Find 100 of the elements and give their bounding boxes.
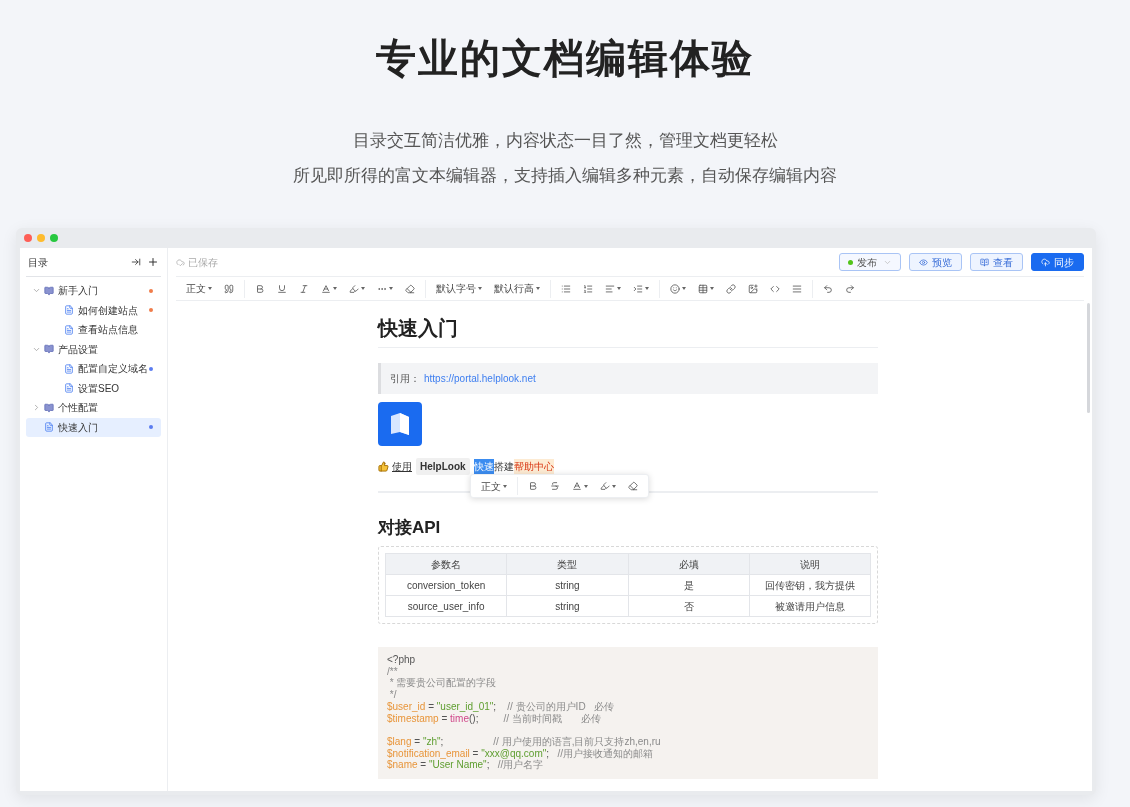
redo-icon <box>845 283 855 294</box>
tree-item[interactable]: 产品设置 <box>26 339 161 359</box>
code-line: $timestamp = time(); // 当前时间戳 必传 <box>387 712 603 725</box>
table-cell: 回传密钥，我方提供 <box>749 574 871 596</box>
highlighted-text: 帮助中心 <box>513 459 554 474</box>
tree-item[interactable]: 配置自定义域名 <box>26 359 161 379</box>
code-line: /** <box>387 665 399 678</box>
ordered-list-icon <box>583 283 593 294</box>
bullet-list-icon <box>561 283 571 294</box>
document-icon <box>64 324 74 335</box>
hero-title: 专业的文档编辑体验 <box>376 35 754 82</box>
hero-subtitle: 目录交互简洁优雅，内容状态一目了然，管理文档更轻松 <box>352 130 778 151</box>
table-cell: 是 <box>628 574 750 596</box>
inline-code: HelpLook <box>416 458 470 475</box>
tree-item-label: 产品设置 <box>58 342 99 357</box>
scrollbar-thumb[interactable] <box>1087 303 1090 413</box>
table-header-cell: 参数名 <box>385 553 507 575</box>
table-cell: string <box>506 574 628 596</box>
chevron-right-icon[interactable] <box>32 403 41 413</box>
table-icon <box>698 283 708 294</box>
selected-text: 快速 <box>473 459 494 474</box>
section-heading: 对接API <box>378 517 442 539</box>
view-button[interactable]: 查看 <box>970 253 1023 271</box>
eye-icon <box>919 257 928 267</box>
tree-item[interactable]: 设置SEO <box>26 378 161 398</box>
align-icon <box>605 283 615 294</box>
tree-item[interactable]: 快速入门 <box>26 417 161 437</box>
quote-icon <box>224 283 234 294</box>
image-icon <box>748 283 758 294</box>
tree-item-label: 配置自定义域名 <box>78 362 149 377</box>
table-header-cell: 类型 <box>506 553 628 575</box>
smile-icon <box>670 283 680 294</box>
underline-icon <box>277 283 287 294</box>
code-line: $user_id = "user_id_01"; // 贵公司的用户ID 必传 <box>387 700 615 713</box>
font-color-icon <box>572 481 582 491</box>
tree-item-label: 快速入门 <box>58 420 99 435</box>
font-color-icon <box>321 283 331 294</box>
publish-dropdown[interactable]: 发布 <box>839 253 901 271</box>
sync-button[interactable]: 同步 <box>1031 253 1084 271</box>
bold-icon <box>528 481 538 491</box>
underlined-text: 使用 <box>392 460 412 474</box>
cloud-check-icon <box>176 257 185 267</box>
tree-item[interactable]: 新手入门 <box>26 281 161 301</box>
indent-icon <box>633 283 643 294</box>
code-line: $lang = "zh"; // 用户使用的语言,目前只支持zh,en,ru <box>387 735 662 748</box>
bold-icon <box>255 283 265 294</box>
toolbar-dropdown[interactable]: 正文 <box>180 279 218 298</box>
toolbar-dropdown[interactable]: 默认字号 <box>430 279 488 298</box>
book-icon <box>44 344 54 355</box>
highlighter-icon <box>600 481 610 491</box>
code-icon <box>770 283 780 294</box>
table-cell: string <box>506 595 628 617</box>
code-line: $name = "User Name"; //用户名字 <box>387 759 544 771</box>
book-icon <box>44 402 54 413</box>
tree-item[interactable]: 查看站点信息 <box>26 320 161 340</box>
lines-icon <box>792 283 802 294</box>
tree-item-label: 设置SEO <box>78 381 121 396</box>
eraser-icon <box>628 481 638 491</box>
code-line: * 需要贵公司配置的字段 <box>388 677 498 690</box>
strikethrough-icon <box>550 481 560 491</box>
preview-button[interactable]: 预览 <box>909 253 962 271</box>
table-cell: 否 <box>628 595 750 617</box>
document-icon <box>64 383 74 394</box>
book-icon <box>980 257 989 267</box>
document-icon <box>64 305 74 316</box>
paragraph-text: 搭建 <box>493 460 514 474</box>
eraser-icon <box>405 283 415 294</box>
document-icon <box>64 363 74 374</box>
code-line: <?php <box>387 654 417 666</box>
table-header-cell: 必填 <box>628 553 750 575</box>
table-cell: conversion_token <box>385 574 507 596</box>
undo-icon <box>823 283 833 294</box>
book-icon <box>44 285 54 296</box>
toolbar-dropdown[interactable]: 默认行高 <box>488 279 546 298</box>
sidebar-title: 目录 <box>28 255 49 270</box>
code-line: $notification_email = "xxx@qq.com"; //用户接收通知的邮箱 <box>387 747 654 760</box>
logo-image <box>378 402 422 446</box>
toolbar-dropdown[interactable]: 正文 <box>475 477 513 495</box>
hero-subtitle: 所见即所得的富文本编辑器，支持插入编辑多种元素，自动保存编辑内容 <box>293 165 837 186</box>
cloud-upload-icon <box>1041 257 1050 267</box>
document-title: 快速入门 <box>378 315 878 348</box>
italic-icon <box>299 283 309 294</box>
link-icon <box>726 283 736 294</box>
table-cell: 被邀请用户信息 <box>749 595 871 617</box>
document-icon <box>44 422 54 433</box>
tree-item-label: 如何创建站点 <box>78 303 139 318</box>
tree-item-label: 新手入门 <box>58 284 99 299</box>
code-line: */ <box>388 689 398 701</box>
table-cell: source_user_info <box>385 595 507 617</box>
add-icon[interactable] <box>147 256 159 268</box>
tree-item-label: 查看站点信息 <box>78 323 139 338</box>
highlighter-icon <box>349 283 359 294</box>
save-status: 已保存 <box>188 255 219 270</box>
quote-link[interactable]: https://portal.helplook.net <box>424 371 536 386</box>
tree-item-label: 个性配置 <box>58 401 99 416</box>
collapse-icon[interactable] <box>131 257 141 267</box>
quote-label: 引用： <box>390 372 420 386</box>
thumbs-up-icon <box>378 461 389 472</box>
tree-item[interactable]: 个性配置 <box>26 398 161 418</box>
tree-item[interactable]: 如何创建站点 <box>26 300 161 320</box>
